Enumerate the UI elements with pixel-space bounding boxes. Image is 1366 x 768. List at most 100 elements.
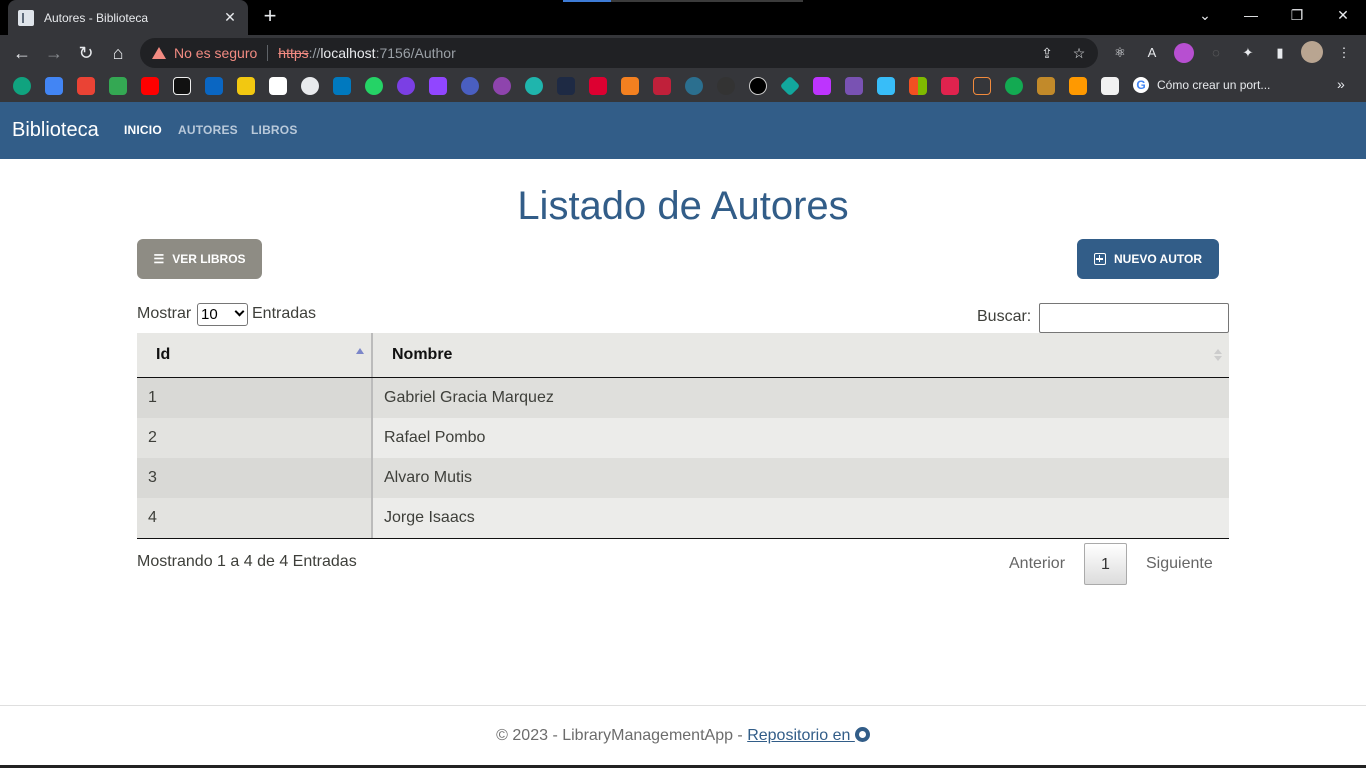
extension-disabled-icon[interactable]: ◌: [1206, 43, 1226, 63]
footer-text-wrap: © 2023 - LibraryManagementApp - Reposito…: [0, 727, 1366, 745]
chevron-down-icon: [234, 306, 245, 317]
column-header-nombre[interactable]: Nombre: [373, 333, 1229, 377]
nest-bookmark-icon[interactable]: [941, 77, 959, 95]
react-bookmark-icon[interactable]: [685, 77, 703, 95]
ver-libros-button[interactable]: ☰ VER LIBROS: [137, 239, 262, 279]
navbar-brand[interactable]: Biblioteca: [12, 119, 99, 142]
footer: © 2023 - LibraryManagementApp - Reposito…: [0, 705, 1366, 768]
extension-lr-icon[interactable]: [1174, 43, 1194, 63]
share-icon[interactable]: ⇪: [1038, 44, 1056, 62]
extensions-puzzle-icon[interactable]: ✦: [1238, 43, 1258, 63]
url-scheme-separator: ://: [308, 45, 321, 61]
bookmark-star-icon[interactable]: ☆: [1070, 44, 1088, 62]
bookmark-icon-116[interactable]: [397, 77, 415, 95]
bookmarks-more-icon[interactable]: »: [1337, 76, 1345, 92]
table-info: Mostrando 1 a 4 de 4 Entradas: [137, 553, 357, 570]
twitch-bookmark-icon[interactable]: [429, 77, 447, 95]
length-select-value: 10: [201, 306, 218, 323]
ver-libros-label: VER LIBROS: [172, 252, 246, 266]
reload-icon[interactable]: ↻: [72, 39, 100, 67]
cell-nombre: Gabriel Gracia Marquez: [384, 389, 554, 406]
angular-bookmark-icon[interactable]: [589, 77, 607, 95]
bookmark-icon-lambda[interactable]: [557, 77, 575, 95]
translate-bookmark-icon[interactable]: [45, 77, 63, 95]
bookmark-icon-c[interactable]: [461, 77, 479, 95]
repository-link[interactable]: Repositorio en: [747, 727, 870, 744]
search-label: Buscar:: [977, 308, 1032, 325]
app-navbar: Biblioteca INICIO AUTORES LIBROS: [0, 102, 1366, 159]
browser-tab[interactable]: Autores - Biblioteca ✕: [8, 0, 248, 35]
entries-length-select[interactable]: 10: [197, 303, 248, 326]
close-window-icon[interactable]: ✕: [1320, 0, 1366, 30]
bookmark-icon-squares[interactable]: [1069, 77, 1087, 95]
notion-bookmark-icon[interactable]: [269, 77, 287, 95]
bookmark-icon-diamond[interactable]: [779, 75, 801, 97]
browser-menu-icon[interactable]: ⋮: [1334, 43, 1354, 63]
nuevo-autor-button[interactable]: NUEVO AUTOR: [1077, 239, 1219, 279]
google-icon[interactable]: G: [1133, 77, 1149, 93]
bookmark-icon-8[interactable]: [237, 77, 255, 95]
cell-id: 2: [137, 418, 373, 458]
mongodb-bookmark-icon[interactable]: [1005, 77, 1023, 95]
tailwind-bookmark-icon[interactable]: [877, 77, 895, 95]
column-header-nombre-label: Nombre: [392, 346, 453, 363]
search-input[interactable]: [1039, 303, 1229, 333]
nestjs-bookmark-icon[interactable]: [653, 77, 671, 95]
address-bar[interactable]: No es seguro https :// localhost :7156/A…: [140, 38, 1098, 68]
column-header-id[interactable]: Id: [137, 333, 373, 377]
pagination-page-current[interactable]: 1: [1084, 543, 1127, 585]
table-row: 3 Alvaro Mutis: [137, 458, 1229, 498]
new-tab-button[interactable]: +: [258, 5, 282, 29]
nav-link-inicio[interactable]: INICIO: [124, 123, 162, 137]
profile-avatar[interactable]: [1301, 41, 1323, 63]
chatgpt-bookmark-icon[interactable]: [13, 77, 31, 95]
pagination-previous[interactable]: Anterior: [1009, 543, 1065, 585]
home-icon[interactable]: ⌂: [104, 39, 132, 67]
react-devtools-icon[interactable]: ⚛: [1110, 43, 1130, 63]
bootstrap-bookmark-icon[interactable]: [845, 77, 863, 95]
bookmark-icon-tri[interactable]: [1037, 77, 1055, 95]
bookmark-icon-doc[interactable]: [1101, 77, 1119, 95]
x-bookmark-icon[interactable]: [173, 77, 191, 95]
forward-icon[interactable]: →: [40, 39, 68, 67]
not-secure-label[interactable]: No es seguro: [174, 45, 257, 61]
cell-nombre: Alvaro Mutis: [384, 469, 473, 486]
table-bottom-border: [137, 538, 1229, 539]
microsoft-bookmark-icon[interactable]: [909, 77, 927, 95]
tab-close-icon[interactable]: ✕: [222, 9, 238, 26]
url-host: localhost: [320, 45, 376, 61]
pagination-next[interactable]: Siguiente: [1146, 543, 1213, 585]
youtube-bookmark-icon[interactable]: [141, 77, 159, 95]
restore-icon[interactable]: ❐: [1274, 0, 1320, 30]
bookmark-icon-u[interactable]: [493, 77, 511, 95]
side-panel-icon[interactable]: ▮: [1270, 43, 1290, 63]
vite-bookmark-icon[interactable]: [813, 77, 831, 95]
github-bookmark-icon[interactable]: [301, 77, 319, 95]
minimize-icon[interactable]: —: [1228, 0, 1274, 30]
bookmark-icon-brackets[interactable]: [973, 77, 991, 95]
linkedin-bookmark-icon[interactable]: [205, 77, 223, 95]
drive-bookmark-icon[interactable]: [109, 77, 127, 95]
cell-id: 3: [137, 458, 373, 498]
bookmark-link[interactable]: Cómo crear un port...: [1157, 78, 1270, 92]
repository-link-label: Repositorio en: [747, 727, 855, 744]
nuevo-autor-label: NUEVO AUTOR: [1113, 252, 1202, 266]
nextjs-bookmark-icon[interactable]: [749, 77, 767, 95]
bookmark-icon-shield[interactable]: [621, 77, 639, 95]
extension-a-icon[interactable]: A: [1142, 43, 1162, 63]
back-icon[interactable]: ←: [8, 39, 36, 67]
table-header: Id Nombre: [137, 333, 1229, 378]
trello-bookmark-icon[interactable]: [333, 77, 351, 95]
table-row: 1 Gabriel Gracia Marquez: [137, 378, 1229, 418]
whatsapp-bookmark-icon[interactable]: [365, 77, 383, 95]
nav-link-libros[interactable]: LIBROS: [251, 123, 298, 137]
bookmark-icon-chat[interactable]: [525, 77, 543, 95]
length-label-post: Entradas: [252, 305, 317, 322]
omnibox-separator: [267, 45, 269, 61]
table-row: 2 Rafael Pombo: [137, 418, 1229, 458]
bookmark-icon-dot[interactable]: [717, 77, 735, 95]
tab-search-icon[interactable]: ⌄: [1182, 0, 1228, 30]
nav-link-autores[interactable]: AUTORES: [178, 123, 238, 137]
gmail-bookmark-icon[interactable]: [77, 77, 95, 95]
page-favicon-icon: [18, 9, 34, 26]
